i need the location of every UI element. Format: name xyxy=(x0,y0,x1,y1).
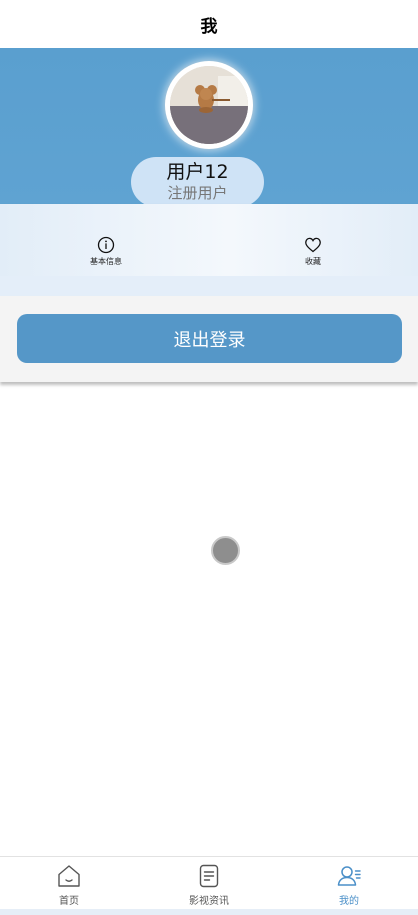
floating-assistive-button[interactable] xyxy=(211,536,240,565)
username: 用户12 xyxy=(166,161,229,183)
tab-home-label: 首页 xyxy=(59,896,79,907)
avatar[interactable] xyxy=(170,66,248,144)
heart-icon xyxy=(305,237,321,253)
avatar-image xyxy=(170,66,248,144)
bottom-safe-area xyxy=(0,909,418,915)
basic-info-label: 基本信息 xyxy=(90,257,122,266)
document-icon xyxy=(199,864,219,888)
page-title: 我 xyxy=(200,16,218,37)
tab-me-label: 我的 xyxy=(339,896,359,907)
top-nav-bar: 我 xyxy=(0,0,418,48)
avatar-ring[interactable] xyxy=(165,61,253,149)
section-divider xyxy=(0,276,418,296)
user-role: 注册用户 xyxy=(167,184,228,202)
home-icon xyxy=(58,865,80,887)
tab-me[interactable]: 我的 xyxy=(309,863,389,909)
basic-info-button[interactable]: 基本信息 xyxy=(76,236,136,272)
user-info-pill: 用户12 注册用户 xyxy=(131,157,264,207)
favorites-label: 收藏 xyxy=(305,257,321,266)
tab-home[interactable]: 首页 xyxy=(29,863,109,909)
tab-news[interactable]: 影视资讯 xyxy=(169,863,249,909)
tab-news-label: 影视资讯 xyxy=(189,896,229,907)
logout-section: 退出登录 xyxy=(0,296,418,382)
favorites-button[interactable]: 收藏 xyxy=(283,236,343,272)
quick-actions-card: 基本信息 收藏 xyxy=(0,204,418,276)
logout-button[interactable]: 退出登录 xyxy=(17,314,402,363)
profile-header: 用户12 注册用户 xyxy=(0,48,418,207)
info-icon xyxy=(97,236,115,254)
bottom-tab-bar: 首页 影视资讯 我的 xyxy=(0,856,418,909)
user-icon xyxy=(337,866,361,886)
